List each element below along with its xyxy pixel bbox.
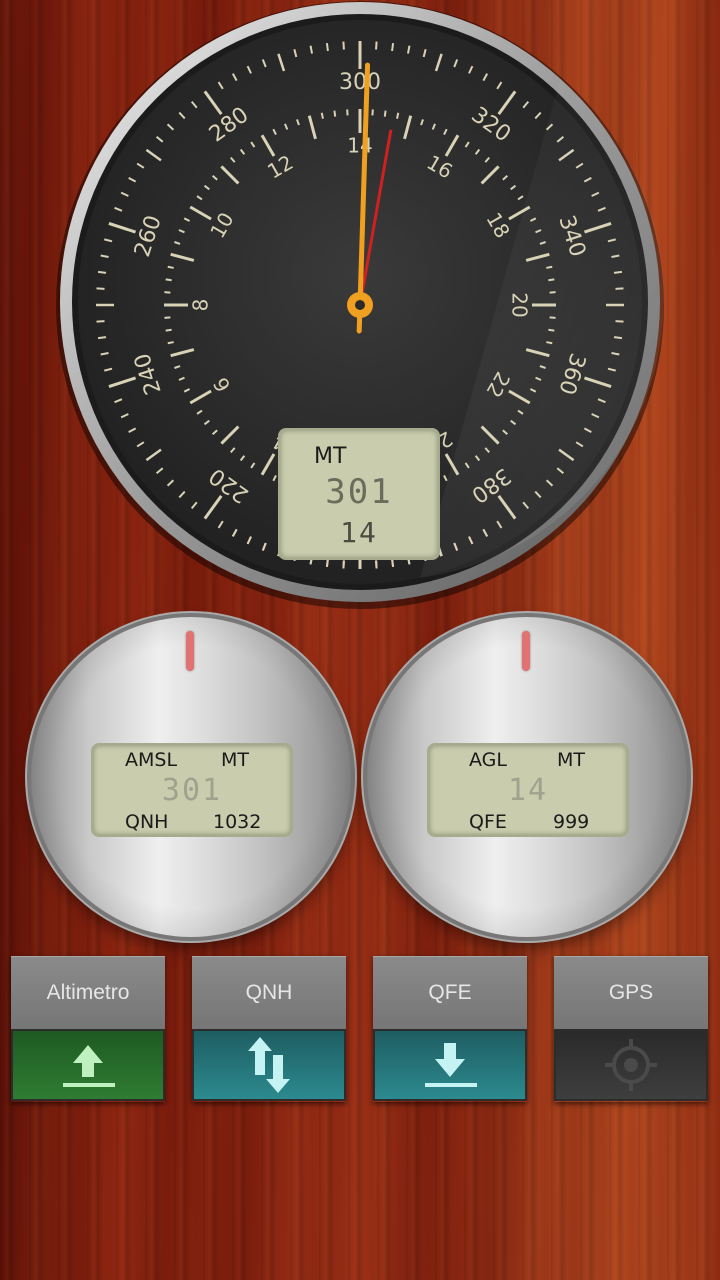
amsl-label: AMSL — [125, 749, 178, 771]
knob-marker — [522, 631, 530, 671]
main-height-readout: 14 — [340, 516, 378, 549]
download-arrow-icon — [425, 1043, 477, 1087]
outer-tick — [375, 560, 378, 569]
outer-tick — [391, 558, 395, 568]
outer-scale-label: 300 — [339, 70, 381, 95]
inner-tick — [167, 341, 174, 345]
amsl-knob[interactable]: AMSL MT 301 QNH 1032 — [31, 617, 351, 937]
outer-tick — [325, 42, 329, 52]
outer-tick — [97, 270, 107, 274]
gps-button-label: GPS — [554, 956, 708, 1029]
altimetro-button[interactable]: Altimetro — [11, 956, 165, 1102]
inner-tick — [548, 278, 555, 282]
inner-tick — [165, 328, 172, 332]
inner-tick — [383, 110, 387, 117]
agl-lcd: AGL MT 14 QFE 999 — [427, 743, 629, 837]
outer-tick — [342, 560, 345, 569]
qnh-label: QNH — [125, 811, 169, 833]
inner-tick — [396, 112, 400, 119]
agl-knob[interactable]: AGL MT 14 QFE 999 — [367, 617, 687, 937]
outer-tick — [613, 336, 623, 340]
qfe-button[interactable]: QFE — [373, 956, 527, 1102]
qnh-button[interactable]: QNH — [192, 956, 346, 1102]
main-lcd-display: MT 301 14 — [278, 428, 440, 560]
gps-target-icon — [605, 1039, 657, 1091]
qfe-label: QFE — [469, 811, 507, 833]
knob-marker — [186, 631, 194, 671]
qfe-button-label: QFE — [373, 956, 527, 1029]
outer-tick — [391, 42, 395, 52]
main-altitude-readout: 301 — [325, 472, 393, 512]
agl-label: AGL — [469, 749, 507, 771]
agl-unit: MT — [557, 749, 585, 771]
qfe-value: 999 — [553, 811, 590, 833]
outer-tick — [325, 558, 329, 568]
gps-button[interactable]: GPS — [554, 956, 708, 1102]
amsl-unit: MT — [221, 749, 249, 771]
outer-tick — [97, 336, 107, 340]
inner-tick — [548, 328, 555, 332]
inner-tick — [546, 341, 553, 345]
inner-tick — [165, 278, 172, 282]
outer-tick — [615, 287, 624, 290]
outer-tick — [615, 320, 624, 323]
inner-tick — [333, 110, 337, 117]
outer-tick — [613, 270, 623, 274]
inner-scale-label: 8 — [189, 299, 213, 312]
outer-tick — [375, 41, 378, 50]
qnh-button-label: QNH — [192, 956, 346, 1029]
amsl-value: 301 — [161, 773, 223, 808]
outer-tick — [96, 320, 105, 323]
main-unit-label: MT — [314, 444, 347, 469]
altimetro-button-label: Altimetro — [11, 956, 165, 1029]
swap-arrows-icon — [248, 1037, 290, 1093]
outer-tick — [96, 287, 105, 290]
inner-tick — [320, 112, 324, 119]
amsl-lcd: AMSL MT 301 QNH 1032 — [91, 743, 293, 837]
qnh-value: 1032 — [213, 811, 262, 833]
inner-scale-label: 14 — [347, 134, 372, 158]
upload-arrow-icon — [63, 1045, 115, 1087]
inner-tick — [167, 265, 174, 269]
inner-scale-label: 20 — [508, 292, 532, 317]
agl-value: 14 — [507, 773, 549, 808]
inner-tick — [546, 265, 553, 269]
outer-tick — [342, 41, 345, 50]
